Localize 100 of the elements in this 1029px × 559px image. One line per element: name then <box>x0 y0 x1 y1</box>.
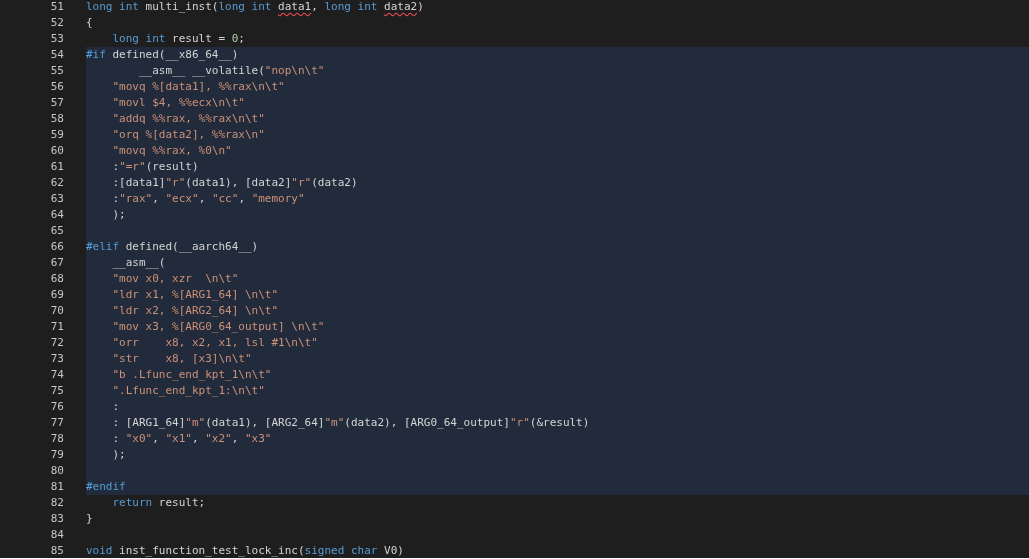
line-number: 79 <box>49 447 64 463</box>
string-literal: "nop\n\t" <box>264 64 325 77</box>
string-literal: "b .Lfunc_end_kpt_1\n\t" <box>111 368 272 381</box>
string-literal: "addq %%rax, %%rax\n\t" <box>111 112 265 125</box>
line-number: 72 <box>49 335 64 351</box>
code-text: inst_function_test_lock_inc( <box>118 544 305 557</box>
line-number: 62 <box>49 175 64 191</box>
line-number: 74 <box>49 367 64 383</box>
code-text: (data1), [ARG2_64] <box>205 416 325 429</box>
line-number: 77 <box>49 415 64 431</box>
line-number: 67 <box>49 255 64 271</box>
code-text: result; <box>157 496 206 509</box>
keyword: long int <box>111 32 166 45</box>
line-number: 73 <box>49 351 64 367</box>
string-literal: "str x8, [x3]\n\t" <box>111 352 252 365</box>
string-literal: "movq %%rax, %0\n" <box>111 144 232 157</box>
line-number: 56 <box>49 79 64 95</box>
line-number: 60 <box>49 143 64 159</box>
string-literal: "r" <box>165 176 186 189</box>
string-literal: "m" <box>185 416 206 429</box>
string-literal: ".Lfunc_end_kpt_1:\n\t" <box>111 384 265 397</box>
line-number: 68 <box>49 271 64 287</box>
string-literal: "x3" <box>245 432 272 445</box>
string-literal: "=r" <box>119 160 146 173</box>
keyword: return <box>111 496 153 509</box>
code-text: : <box>111 400 120 413</box>
string-literal: "mov x0, xzr \n\t" <box>111 272 239 285</box>
line-number: 82 <box>49 495 64 511</box>
string-literal: "ecx" <box>165 192 199 205</box>
code-text: (data1), [data2] <box>185 176 292 189</box>
code-text: , <box>231 432 240 445</box>
code-text: :[data1] <box>111 176 166 189</box>
line-number: 85 <box>49 543 64 558</box>
line-number: 64 <box>49 207 64 223</box>
line-number: 81 <box>49 479 64 495</box>
line-number: 53 <box>49 31 64 47</box>
line-number: 75 <box>49 383 64 399</box>
code-text: __asm__ __volatile( <box>137 64 265 77</box>
string-literal: "movq %[data1], %%rax\n\t" <box>111 80 285 93</box>
code-text: ) <box>417 0 424 13</box>
line-number: 83 <box>49 511 64 527</box>
code-text: data2 <box>384 0 418 13</box>
string-literal: "orr x8, x2, x1, lsl #1\n\t" <box>111 336 318 349</box>
line-number: 80 <box>49 463 64 479</box>
line-number: 52 <box>49 15 64 31</box>
code-text: , <box>311 0 319 13</box>
code-text: (data2) <box>311 176 358 189</box>
keyword: #elif <box>86 240 120 253</box>
line-number: 84 <box>49 527 64 543</box>
line-number: 51 <box>49 0 64 15</box>
string-literal: "ldr x2, %[ARG2_64] \n\t" <box>111 304 279 317</box>
code-text: : <box>111 160 120 173</box>
string-literal: "mov x3, %[ARG0_64_output] \n\t" <box>111 320 325 333</box>
line-number: 57 <box>49 95 64 111</box>
line-number: 76 <box>49 399 64 415</box>
line-number: 54 <box>49 47 64 63</box>
string-literal: "x1" <box>165 432 192 445</box>
code-text: ); <box>111 208 126 221</box>
code-text: data1 <box>278 0 312 13</box>
code-text: (data2), [ARG0_64_output] <box>344 416 510 429</box>
number-literal: 0 <box>231 32 239 45</box>
code-text: ); <box>111 448 126 461</box>
code-text: , <box>198 192 207 205</box>
line-number: 69 <box>49 287 64 303</box>
code-text: , <box>152 432 160 445</box>
code-text: (result) <box>145 160 199 173</box>
code-text: (&result) <box>529 416 590 429</box>
line-number: 59 <box>49 127 64 143</box>
line-number: 61 <box>49 159 64 175</box>
keyword: signed char <box>304 544 378 557</box>
code-text: , <box>152 192 160 205</box>
keyword: long int <box>324 0 379 13</box>
code-text: { <box>86 16 93 29</box>
string-literal: "r" <box>291 176 312 189</box>
code-text: multi_inst( <box>144 0 219 13</box>
line-number: 55 <box>49 63 64 79</box>
keyword: #if <box>86 48 106 61</box>
line-number: 66 <box>49 239 64 255</box>
keyword: long int <box>86 0 139 13</box>
keyword: void <box>86 544 113 557</box>
code-text: defined(__aarch64__) <box>124 240 259 253</box>
code-text: : <box>111 192 120 205</box>
line-number: 58 <box>49 111 64 127</box>
code-text: } <box>86 512 93 525</box>
code-text: , <box>192 432 200 445</box>
string-literal: "orq %[data2], %%rax\n" <box>111 128 265 141</box>
line-number: 65 <box>49 223 64 239</box>
string-literal: "x2" <box>205 432 232 445</box>
string-literal: "ldr x1, %[ARG1_64] \n\t" <box>111 288 279 301</box>
code-text: ; <box>238 32 245 45</box>
string-literal: "rax" <box>119 192 153 205</box>
line-number: 63 <box>49 191 64 207</box>
string-literal: "r" <box>509 416 530 429</box>
keyword: long int <box>218 0 273 13</box>
string-literal: "m" <box>324 416 345 429</box>
code-text: result = <box>171 32 227 45</box>
string-literal: "memory" <box>251 192 305 205</box>
line-number: 78 <box>49 431 64 447</box>
string-literal: "x0" <box>125 432 153 445</box>
keyword: #endif <box>86 480 126 493</box>
